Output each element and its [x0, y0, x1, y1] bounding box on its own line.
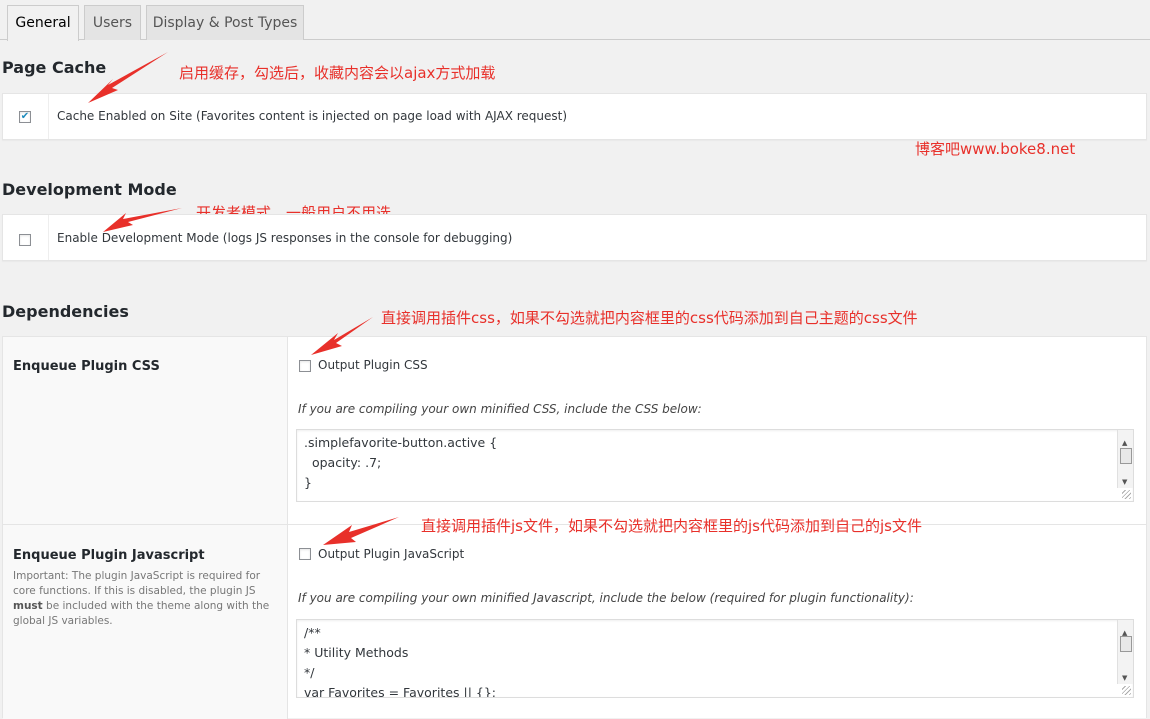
annotation-arrows [88, 52, 399, 545]
arrow-icon [323, 517, 399, 545]
arrow-icon [103, 208, 182, 232]
arrow-icon [88, 52, 168, 103]
arrow-icon [311, 317, 373, 355]
